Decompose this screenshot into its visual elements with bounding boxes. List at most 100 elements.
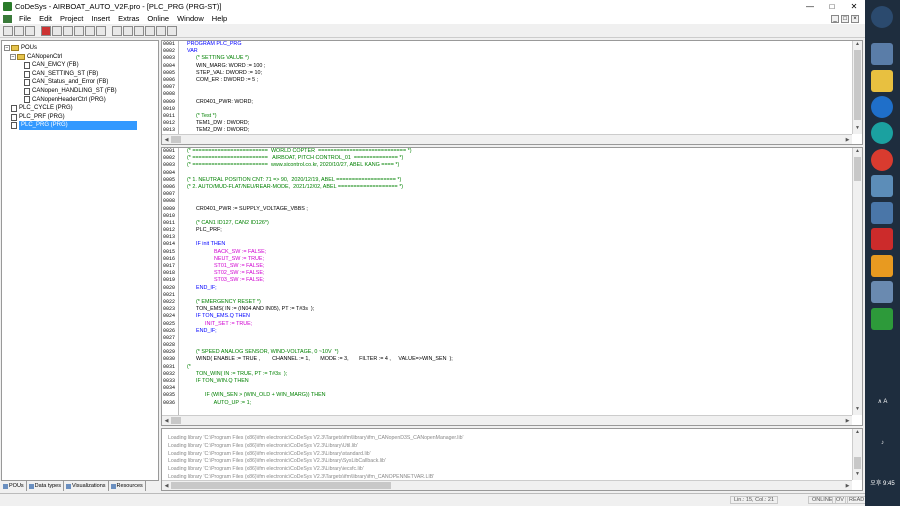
code-line[interactable]: 0036 AUTO_UP := 1;: [162, 400, 852, 407]
step-over-icon[interactable]: [85, 25, 95, 36]
doc-minimize-icon[interactable]: _: [831, 14, 839, 23]
file-explorer-icon[interactable]: [871, 70, 893, 92]
document-system-menu-icon[interactable]: [3, 14, 12, 23]
code-line[interactable]: 0030 WIND( ENABLE := TRUE , CHANNEL := 1…: [162, 356, 852, 363]
code-line[interactable]: 0002 (* ======================== AIRBOAT,…: [162, 155, 852, 162]
code-line[interactable]: 0001 PROGRAM PLC_PRG: [162, 41, 852, 48]
code-line[interactable]: 0008: [162, 91, 852, 98]
code-line[interactable]: 0004 WIN_MARG: WORD := 100 ;: [162, 63, 852, 70]
menu-insert[interactable]: Insert: [87, 14, 114, 23]
logout-icon[interactable]: [52, 25, 62, 36]
tree-node-pou[interactable]: CANopenHeaderCtrl (PRG): [4, 96, 156, 105]
code-line[interactable]: 0003 (* SETTING VALUE *): [162, 55, 852, 62]
message-horizontal-scrollbar[interactable]: ◀ ▶: [162, 480, 852, 490]
code-line[interactable]: 0035 IF (WIN_SEN > (WIN_OLD + WIN_MARG))…: [162, 392, 852, 399]
collapse-icon[interactable]: −: [4, 45, 10, 52]
declaration-vertical-scrollbar[interactable]: ▲ ▼: [852, 41, 862, 134]
login-icon[interactable]: [41, 25, 51, 36]
remote-desktop-icon[interactable]: [871, 202, 893, 224]
minimize-icon[interactable]: —: [799, 0, 821, 13]
code-line[interactable]: 0014 IF init THEN: [162, 241, 852, 248]
code-line[interactable]: 0015 BACK_SW := FALSE;: [162, 249, 852, 256]
code-line[interactable]: 0004: [162, 170, 852, 177]
office-app-icon[interactable]: [871, 255, 893, 277]
code-line[interactable]: 0032 TON_WIN( IN := TRUE, PT := T#3s );: [162, 371, 852, 378]
code-line[interactable]: 0023 TON_EMS( IN := (IN04 AND IN05), PT …: [162, 306, 852, 313]
tree-node-folder[interactable]: − CANopenCtrl: [4, 53, 156, 62]
code-horizontal-scrollbar[interactable]: ◀ ▶: [162, 415, 852, 425]
message-vertical-scrollbar[interactable]: ▲ ▼: [852, 429, 862, 480]
declaration-code[interactable]: 0001 PROGRAM PLC_PRG 0002 VAR 0003 (* SETTIN…: [162, 41, 852, 134]
tray-ime[interactable]: ∧ A: [865, 398, 900, 405]
tree-node-pous[interactable]: − POUs: [4, 44, 156, 53]
tab-data-types[interactable]: Data types: [27, 481, 64, 491]
scroll-right-icon[interactable]: ▶: [843, 418, 852, 424]
menu-online[interactable]: Online: [143, 14, 173, 23]
code-line[interactable]: 0010: [162, 106, 852, 113]
internet-explorer-icon[interactable]: [871, 96, 893, 118]
menu-project[interactable]: Project: [56, 14, 87, 23]
scroll-thumb[interactable]: [171, 482, 391, 489]
collapse-icon[interactable]: −: [10, 53, 16, 60]
doc-restore-icon[interactable]: □: [841, 14, 849, 23]
scroll-up-icon[interactable]: ▲: [853, 41, 862, 50]
code-line[interactable]: 0024 IF TON_EMS.Q THEN: [162, 313, 852, 320]
save-icon[interactable]: [25, 25, 35, 36]
code-line[interactable]: 0019 ST03_SW := FALSE;: [162, 277, 852, 284]
code-line[interactable]: 0007: [162, 84, 852, 91]
tab-resources[interactable]: Resources: [109, 481, 146, 491]
code-line[interactable]: 0011 (* Test *): [162, 113, 852, 120]
tree-node-pou[interactable]: PLC_CYCLE (PRG): [4, 104, 156, 113]
code-line[interactable]: 0021: [162, 292, 852, 299]
doc-close-icon[interactable]: ×: [851, 14, 859, 23]
scroll-thumb[interactable]: [854, 50, 861, 120]
code-line[interactable]: 0003 (* ======================== www.sico…: [162, 162, 852, 169]
tray-chevron-icon[interactable]: ∧: [878, 399, 882, 405]
chrome-browser-icon[interactable]: [871, 149, 893, 171]
tab-visualizations[interactable]: Visualizations: [64, 481, 109, 491]
code-line[interactable]: 0005 STEP_VAL: DWORD := 10;: [162, 70, 852, 77]
menu-file[interactable]: File: [15, 14, 35, 23]
code-line[interactable]: 0006 (* 2. AUTO/MUD-FLAT/NEU/REAR-MODE, 2…: [162, 184, 852, 191]
find-icon[interactable]: [112, 25, 122, 36]
code-line[interactable]: 0029 (* SPEED ANALOG SENSOR, WIND-VOLTAG…: [162, 349, 852, 356]
code-line[interactable]: 0028: [162, 342, 852, 349]
find-next-icon[interactable]: [167, 25, 177, 36]
code-line[interactable]: 0012 TEM1_DW : DWORD;: [162, 120, 852, 127]
tree-node-pou[interactable]: CAN_Status_and_Error (FB): [4, 78, 156, 87]
tree-node-pou[interactable]: CAN_SETTING_ST (FB): [4, 70, 156, 79]
start-button-icon[interactable]: [871, 6, 893, 28]
code-line[interactable]: 0013: [162, 234, 852, 241]
step-in-icon[interactable]: [96, 25, 106, 36]
code-line[interactable]: 0012 PLC_PRF;: [162, 227, 852, 234]
scroll-up-icon[interactable]: ▲: [853, 148, 862, 157]
code-line[interactable]: 0027: [162, 335, 852, 342]
tray-volume-icon[interactable]: ♪: [865, 440, 900, 446]
tree-node-pou[interactable]: PLC_PRF (PRG): [4, 113, 156, 122]
scroll-right-icon[interactable]: ▶: [843, 137, 852, 143]
code-line[interactable]: 0025 INIT_SET := TRUE;: [162, 321, 852, 328]
code-line[interactable]: 0001 (* ======================== WORLD CO…: [162, 148, 852, 155]
code-vertical-scrollbar[interactable]: ▲ ▼: [852, 148, 862, 415]
code-line[interactable]: 0006 COM_ER : DWORD := 5 ;: [162, 77, 852, 84]
utility-app-icon[interactable]: [871, 281, 893, 303]
menu-extras[interactable]: Extras: [114, 14, 143, 23]
tray-clock[interactable]: 오후 9:45: [865, 478, 900, 487]
scroll-up-icon[interactable]: ▲: [853, 429, 862, 438]
menu-help[interactable]: Help: [208, 14, 231, 23]
cut-icon[interactable]: [123, 25, 133, 36]
delete-icon[interactable]: [156, 25, 166, 36]
scroll-left-icon[interactable]: ◀: [162, 137, 171, 143]
recording-app-icon[interactable]: [871, 228, 893, 250]
scroll-down-icon[interactable]: ▼: [853, 406, 862, 415]
declaration-editor[interactable]: 0001 PROGRAM PLC_PRG 0002 VAR 0003 (* SETTIN…: [161, 40, 863, 145]
run-icon[interactable]: [63, 25, 73, 36]
codesys-taskbar-icon[interactable]: [871, 308, 893, 330]
code-line[interactable]: 0009 CR0401_PWR := SUPPLY_VOLTAGE_VBBS ;: [162, 206, 852, 213]
code-line[interactable]: 0009 CR0401_PWR: WORD;: [162, 99, 852, 106]
code-line[interactable]: 0005 (* 1. NEUTRAL POSITION CNT: 71 => 90…: [162, 177, 852, 184]
code-line[interactable]: 0031 (*: [162, 364, 852, 371]
menu-edit[interactable]: Edit: [35, 14, 56, 23]
paste-icon[interactable]: [145, 25, 155, 36]
tree-node-pou-selected[interactable]: PLC_PRG (PRG): [4, 121, 156, 130]
